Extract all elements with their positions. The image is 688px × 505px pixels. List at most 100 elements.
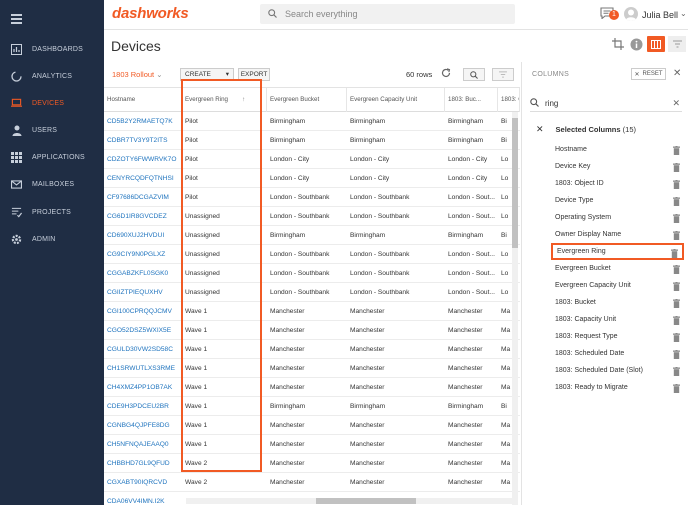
columns-toggle-icon[interactable] <box>647 36 665 52</box>
reset-button[interactable]: ✕ RESET <box>631 68 666 80</box>
trash-icon[interactable] <box>673 196 680 206</box>
selected-column-item[interactable]: Evergreen Capacity Unit <box>551 277 684 294</box>
trash-icon[interactable] <box>673 298 680 308</box>
table-row[interactable]: CGGABZKFL0SGK0 Unassigned London - Southba… <box>104 264 520 283</box>
table-row[interactable]: CDZOTY6FWWRVK7O Pilot London - City London … <box>104 150 520 169</box>
table-row[interactable]: CH1SRWUTLXS3RME Wave 1 Manchester Mancheste… <box>104 359 520 378</box>
trash-icon[interactable] <box>673 179 680 189</box>
scroll-thumb[interactable] <box>512 118 518 248</box>
selected-column-item[interactable]: Device Key <box>551 158 684 175</box>
hostname-link[interactable]: CF97686DCGAZVIM <box>104 188 182 207</box>
table-row[interactable]: CGO52DSZ5WXIX5E Wave 1 Manchester Mancheste… <box>104 321 520 340</box>
table-row[interactable]: CDE9H3PDCEU2BR Wave 1 Birmingham Birmingham… <box>104 397 520 416</box>
trash-icon[interactable] <box>673 315 680 325</box>
table-row[interactable]: CD690XUJ2HVDUI Unassigned Birmingham Birmin… <box>104 226 520 245</box>
close-panel-icon[interactable]: ✕ <box>673 68 681 79</box>
table-row[interactable]: CG9CIY9N0PGLXZ Unassigned London - Southba… <box>104 245 520 264</box>
hostname-link[interactable]: CGO52DSZ5WXIX5E <box>104 321 182 340</box>
global-search-input[interactable]: Search everything <box>260 4 515 24</box>
selected-column-item[interactable]: Evergreen Bucket <box>551 260 684 277</box>
avatar[interactable] <box>624 7 638 21</box>
filter-icon[interactable] <box>668 36 686 52</box>
column-search-input[interactable]: ring ✕ <box>530 96 682 112</box>
grid-filter-button[interactable] <box>492 68 514 81</box>
trash-icon[interactable] <box>673 213 680 223</box>
selected-column-item[interactable]: Owner Display Name <box>551 226 684 243</box>
trash-icon[interactable] <box>673 383 680 393</box>
horizontal-scrollbar[interactable] <box>186 498 512 504</box>
hostname-link[interactable]: CGXABT90IQRCVD <box>104 473 182 492</box>
column-header-1803-capacity[interactable]: 1803: C <box>498 88 520 112</box>
sidebar-item-admin[interactable]: ADMIN <box>0 226 104 252</box>
vertical-scrollbar[interactable] <box>512 112 518 505</box>
sidebar-item-users[interactable]: USERS <box>0 117 104 143</box>
hostname-link[interactable]: CGULD30VW2SD58C <box>104 340 182 359</box>
column-header-evergreen-capacity-unit[interactable]: Evergreen Capacity Unit <box>347 88 445 112</box>
clear-search-icon[interactable]: ✕ <box>672 98 680 109</box>
table-row[interactable]: CGI100CPRQQJCMV Wave 1 Manchester Mancheste… <box>104 302 520 321</box>
sidebar-item-analytics[interactable]: ANALYTICS <box>0 63 104 89</box>
hostname-link[interactable]: CH1SRWUTLXS3RME <box>104 359 182 378</box>
selected-column-item[interactable]: 1803: Ready to Migrate <box>551 379 684 396</box>
table-row[interactable]: CGXABT90IQRCVD Wave 2 Manchester Manchester… <box>104 473 520 492</box>
hostname-link[interactable]: CH4XMZ4PP1OB7AK <box>104 378 182 397</box>
trash-icon[interactable] <box>671 249 678 258</box>
column-header-hostname[interactable]: Hostname <box>104 88 182 112</box>
table-row[interactable]: CGULD30VW2SD58C Wave 1 Manchester Mancheste… <box>104 340 520 359</box>
sidebar-item-applications[interactable]: APPLICATIONS <box>0 144 104 170</box>
selected-column-item[interactable]: 1803: Scheduled Date <box>551 345 684 362</box>
hostname-link[interactable]: CGI100CPRQQJCMV <box>104 302 182 321</box>
selected-column-item[interactable]: Device Type <box>551 192 684 209</box>
selected-column-item[interactable]: Operating System <box>551 209 684 226</box>
selected-column-item[interactable]: 1803: Request Type <box>551 328 684 345</box>
info-icon[interactable] <box>630 38 643 54</box>
hostname-link[interactable]: CENYRCQDFQTNHSI <box>104 169 182 188</box>
trash-icon[interactable] <box>673 230 680 240</box>
trash-icon[interactable] <box>673 349 680 359</box>
sidebar-item-dashboards[interactable]: DASHBOARDS <box>0 36 104 62</box>
selected-column-item[interactable]: 1803: Object ID <box>551 175 684 192</box>
hostname-link[interactable]: CHBBHD7GL9QFUD <box>104 454 182 473</box>
user-name[interactable]: Julia Bell <box>642 10 678 20</box>
selected-column-item[interactable]: 1803: Bucket <box>551 294 684 311</box>
collapse-icon[interactable]: ✕ <box>536 124 544 134</box>
grid-search-button[interactable] <box>463 68 485 81</box>
sidebar-item-projects[interactable]: PROJECTS <box>0 199 104 225</box>
hamburger-menu-icon[interactable] <box>11 14 22 24</box>
selected-column-item[interactable]: 1803: Scheduled Date (Slot) <box>551 362 684 379</box>
sidebar-item-mailboxes[interactable]: MAILBOXES <box>0 171 104 197</box>
app-logo[interactable]: dashworks <box>112 5 189 22</box>
trash-icon[interactable] <box>673 366 680 376</box>
hostname-link[interactable]: CG6D1IR8GVCDEZ <box>104 207 182 226</box>
chevron-down-icon[interactable]: ⌄ <box>680 9 687 18</box>
selected-column-item[interactable]: Hostname <box>551 141 684 158</box>
hostname-link[interactable]: CGNBG4QJPFE8DG <box>104 416 182 435</box>
table-row[interactable]: CENYRCQDFQTNHSI Pilot London - City London … <box>104 169 520 188</box>
hostname-link[interactable]: CG9CIY9N0PGLXZ <box>104 245 182 264</box>
hostname-link[interactable]: CD690XUJ2HVDUI <box>104 226 182 245</box>
hostname-link[interactable]: CD5B2Y2RMAETQ7K <box>104 112 182 131</box>
rollout-selector[interactable]: 1803 Rollout ⌄ <box>112 70 163 79</box>
crop-icon[interactable] <box>612 38 624 53</box>
hostname-link[interactable]: CDBR7TV3Y9T2ITS <box>104 131 182 150</box>
scroll-thumb[interactable] <box>316 498 416 504</box>
table-row[interactable]: CH4XMZ4PP1OB7AK Wave 1 Manchester Mancheste… <box>104 378 520 397</box>
table-row[interactable]: CGNBG4QJPFE8DG Wave 1 Manchester Manchester… <box>104 416 520 435</box>
hostname-link[interactable]: CH5NFNQAJEAAQ0 <box>104 435 182 454</box>
hostname-link[interactable]: CGIIZTPIEQUXHV <box>104 283 182 302</box>
table-row[interactable]: CDBR7TV3Y9T2ITS Pilot Birmingham Birmingham… <box>104 131 520 150</box>
hostname-link[interactable]: CGGABZKFL0SGK0 <box>104 264 182 283</box>
trash-icon[interactable] <box>673 281 680 291</box>
table-row[interactable]: CGIIZTPIEQUXHV Unassigned London - Southba… <box>104 283 520 302</box>
table-row[interactable]: CF97686DCGAZVIM Pilot London - Southbank Lo… <box>104 188 520 207</box>
hostname-link[interactable]: CDZOTY6FWWRVK7O <box>104 150 182 169</box>
sidebar-item-devices[interactable]: DEVICES <box>0 90 104 116</box>
selected-column-item[interactable]: Evergreen Ring <box>551 243 684 260</box>
trash-icon[interactable] <box>673 264 680 274</box>
trash-icon[interactable] <box>673 145 680 155</box>
table-row[interactable]: CG6D1IR8GVCDEZ Unassigned London - Southba… <box>104 207 520 226</box>
column-header-evergreen-bucket[interactable]: Evergreen Bucket <box>267 88 347 112</box>
column-header-1803-bucket[interactable]: 1803: Buc... <box>445 88 498 112</box>
table-row[interactable]: CH5NFNQAJEAAQ0 Wave 1 Manchester Manchester… <box>104 435 520 454</box>
hostname-link[interactable]: CDA06VV4IMN.I2K <box>104 492 182 505</box>
